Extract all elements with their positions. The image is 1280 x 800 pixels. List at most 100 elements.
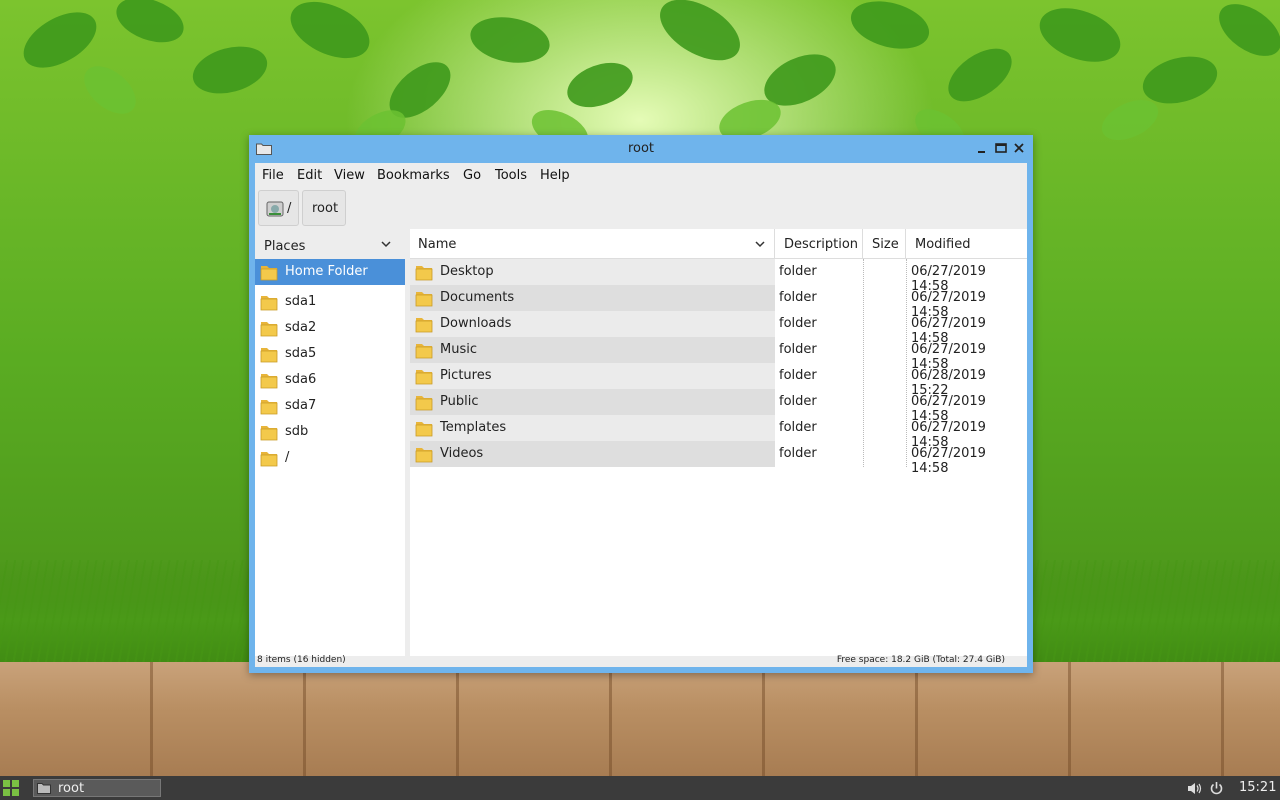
- folder-icon: [415, 422, 433, 437]
- file-description: folder: [779, 446, 817, 461]
- sidebar-item[interactable]: sda1: [255, 289, 405, 315]
- file-row[interactable]: Videos folder 06/27/2019 14:58: [410, 441, 1027, 476]
- clock: 15:21: [1239, 780, 1277, 795]
- sidebar-item-label: sda7: [285, 398, 317, 413]
- file-description: folder: [779, 368, 817, 383]
- file-description: folder: [779, 394, 817, 409]
- menu-file[interactable]: File: [262, 168, 284, 183]
- folder-icon: [415, 266, 433, 281]
- sidebar-item[interactable]: sda6: [255, 367, 405, 393]
- wallpaper-wood-floor: [0, 662, 1280, 778]
- sidebar-item-label: sda6: [285, 372, 317, 387]
- app-grid-icon[interactable]: [3, 780, 20, 797]
- folder-icon: [260, 374, 278, 389]
- sidebar-item[interactable]: Home Folder: [255, 259, 405, 285]
- path-bar: / root: [255, 189, 1027, 229]
- status-free-space: Free space: 18.2 GiB (Total: 27.4 GiB): [836, 655, 1005, 665]
- name-cell: Pictures: [410, 363, 775, 389]
- maximize-icon[interactable]: [994, 141, 1008, 155]
- file-modified: 06/27/2019 14:58: [911, 446, 986, 476]
- menu-view[interactable]: View: [334, 168, 365, 183]
- file-description: folder: [779, 342, 817, 357]
- name-cell: Music: [410, 337, 775, 363]
- file-name: Desktop: [440, 264, 494, 279]
- folder-icon: [260, 400, 278, 415]
- file-name: Music: [440, 342, 477, 357]
- sidebar-item-label: sda5: [285, 346, 317, 361]
- file-name: Videos: [440, 446, 484, 461]
- drive-icon: [266, 201, 284, 217]
- file-description: folder: [779, 316, 817, 331]
- file-description: folder: [779, 420, 817, 435]
- column-description[interactable]: Description: [784, 237, 858, 252]
- sidebar-item[interactable]: sdb: [255, 419, 405, 445]
- folder-icon: [260, 296, 278, 311]
- taskbar: root 15:21: [0, 776, 1280, 800]
- window-client: File Edit View Bookmarks Go Tools Help /…: [255, 163, 1027, 667]
- folder-icon: [260, 452, 278, 467]
- file-name: Documents: [440, 290, 515, 305]
- column-size[interactable]: Size: [872, 237, 899, 252]
- places-header[interactable]: Places: [255, 229, 405, 259]
- close-icon[interactable]: [1012, 141, 1026, 155]
- name-cell: Documents: [410, 285, 775, 311]
- folder-icon: [415, 292, 433, 307]
- sidebar-item-label: /: [285, 450, 290, 465]
- menu-tools[interactable]: Tools: [495, 168, 527, 183]
- folder-icon: [37, 783, 51, 794]
- folder-icon: [260, 266, 278, 281]
- path-current-label: root: [312, 201, 339, 216]
- column-name[interactable]: Name: [418, 237, 456, 252]
- name-cell: Videos: [410, 441, 775, 467]
- minimize-icon[interactable]: [975, 141, 989, 155]
- path-current-button[interactable]: root: [302, 190, 346, 226]
- menu-go[interactable]: Go: [463, 168, 481, 183]
- menu-bookmarks[interactable]: Bookmarks: [377, 168, 450, 183]
- statusbar: 8 items (16 hidden) Free space: 18.2 GiB…: [255, 655, 1027, 667]
- name-cell: Templates: [410, 415, 775, 441]
- file-row[interactable]: Music folder 06/27/2019 14:58: [410, 337, 1027, 372]
- file-description: folder: [779, 290, 817, 305]
- places-sidebar: Places Home Folder sda1 sda2 sda5 sda6 sda7 sd…: [255, 229, 405, 656]
- menubar: File Edit View Bookmarks Go Tools Help: [255, 163, 1027, 189]
- titlebar[interactable]: root: [249, 135, 1033, 163]
- volume-icon[interactable]: [1187, 781, 1202, 796]
- name-cell: Public: [410, 389, 775, 415]
- path-root-button[interactable]: /: [258, 190, 299, 226]
- folder-icon: [260, 426, 278, 441]
- folder-icon: [260, 348, 278, 363]
- file-name: Downloads: [440, 316, 512, 331]
- name-cell: Desktop: [410, 259, 775, 285]
- file-manager-window: root File Edit View Bookmarks Go Tools H…: [249, 135, 1033, 673]
- menu-edit[interactable]: Edit: [297, 168, 322, 183]
- file-row[interactable]: Templates folder 06/27/2019 14:58: [410, 415, 1027, 450]
- file-name: Pictures: [440, 368, 492, 383]
- folder-icon: [415, 344, 433, 359]
- chevron-down-icon: [381, 241, 391, 248]
- status-item-count: 8 items (16 hidden): [257, 655, 346, 665]
- taskbar-window-button[interactable]: root: [33, 779, 161, 797]
- file-row[interactable]: Downloads folder 06/27/2019 14:58: [410, 311, 1027, 346]
- sidebar-item-label: sda2: [285, 320, 317, 335]
- sidebar-item[interactable]: sda2: [255, 315, 405, 341]
- file-name: Public: [440, 394, 479, 409]
- folder-icon: [415, 370, 433, 385]
- power-icon[interactable]: [1209, 781, 1224, 796]
- file-list: Name Description Size Modified Desktop fo…: [410, 229, 1027, 656]
- sidebar-item[interactable]: /: [255, 445, 405, 471]
- folder-icon: [415, 448, 433, 463]
- file-row[interactable]: Pictures folder 06/28/2019 15:22: [410, 363, 1027, 398]
- sidebar-item[interactable]: sda7: [255, 393, 405, 419]
- file-row[interactable]: Desktop folder 06/27/2019 14:58: [410, 259, 1027, 294]
- places-title: Places: [264, 239, 306, 254]
- menu-help[interactable]: Help: [540, 168, 570, 183]
- file-name: Templates: [440, 420, 507, 435]
- column-modified[interactable]: Modified: [915, 237, 970, 252]
- sidebar-item-label: sdb: [285, 424, 309, 439]
- file-row[interactable]: Documents folder 06/27/2019 14:58: [410, 285, 1027, 320]
- file-row[interactable]: Public folder 06/27/2019 14:58: [410, 389, 1027, 424]
- folder-icon: [260, 322, 278, 337]
- sidebar-item[interactable]: sda5: [255, 341, 405, 367]
- file-description: folder: [779, 264, 817, 279]
- sort-chevron-icon[interactable]: [755, 240, 765, 248]
